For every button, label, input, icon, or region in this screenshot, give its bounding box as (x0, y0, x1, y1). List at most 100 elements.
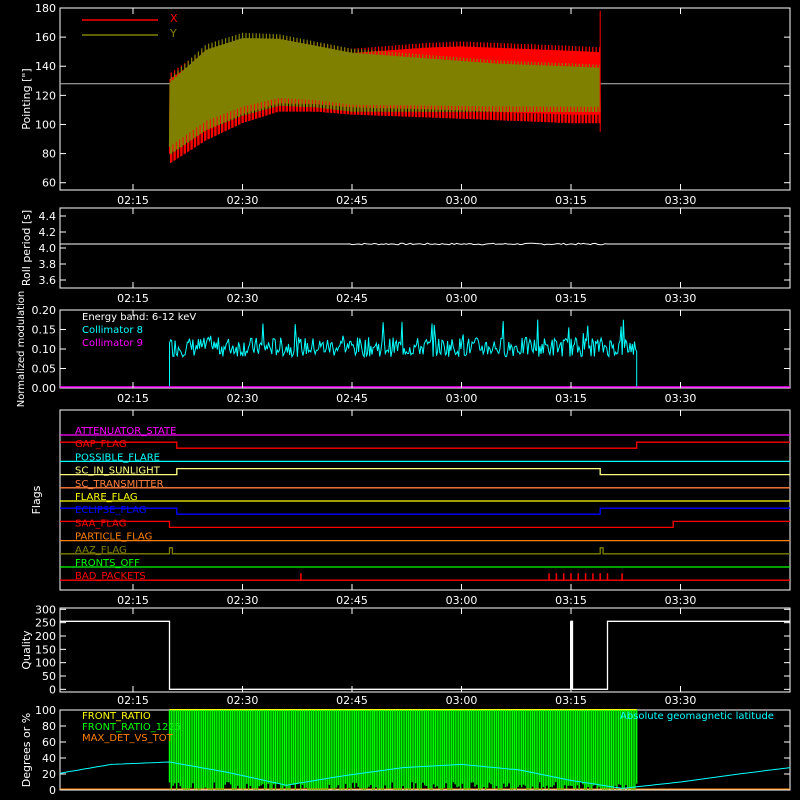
panel-flags: Flags ATTENUATOR_STATE GAP_FLAG POSSIBLE_FL… (30, 409, 791, 607)
modulation-ytick-label: 0.05 (32, 363, 57, 376)
flag-line-sc-in-sunlight (60, 467, 790, 476)
figure: 6080100120140160180Pointing ["]XY02:15 02… (16, 2, 791, 797)
panel-modulation: 0.00 0.05 0.10 0.15 0.20 Normalized modulatio… (16, 291, 791, 408)
quality-xtick-label: 03:00 (446, 694, 478, 707)
quality-ytick-label: 150 (35, 643, 56, 656)
legend-front-ratio-1225: FRONT_RATIO_1225 (82, 722, 181, 733)
quality-ytick-label: 300 (35, 603, 56, 616)
flag-label-aaz-flag: AAZ_FLAG (75, 545, 127, 556)
ratios-ytick-label: 0 (49, 784, 56, 797)
flag-label-flare-flag: FLARE_FLAG (75, 492, 138, 503)
roll-ytick-label: 3.8 (39, 258, 57, 271)
modulation-xtick-label: 03:30 (665, 392, 697, 405)
pointing-ytick-label: 60 (42, 177, 56, 190)
quality-xtick-label: 03:15 (555, 694, 587, 707)
roll-ytick-label: 4.2 (39, 226, 57, 239)
quality-ytick-label: 50 (42, 670, 56, 683)
quality-line (60, 620, 790, 690)
flag-label-bad-packets: BAD_PACKETS (75, 571, 146, 582)
quality-ytick-label: 0 (49, 683, 56, 696)
ratios-ytick-label: 60 (42, 736, 56, 749)
flag-line-aaz-flag (60, 547, 790, 555)
pointing-ylabel: Pointing ["] (20, 68, 33, 129)
flags-frame (59, 409, 791, 591)
legend-x-label: X (170, 12, 178, 25)
modulation-xtick-label: 02:45 (336, 392, 368, 405)
modulation-ytick-label: 0.00 (32, 382, 57, 395)
pointing-xtick-label: 03:15 (555, 194, 587, 207)
flags-xtick-label: 03:30 (665, 594, 697, 607)
quality-ytick-label: 250 (35, 617, 56, 630)
flags-xtick-label: 02:15 (117, 594, 149, 607)
roll-xtick-label: 03:15 (555, 292, 587, 305)
ratios-ytick-label: 20 (42, 768, 56, 781)
quality-xtick-label: 03:30 (665, 694, 697, 707)
modulation-xtick-label: 03:15 (555, 392, 587, 405)
ratios-ytick-label: 40 (42, 752, 56, 765)
flags-xtick-label: 03:15 (555, 594, 587, 607)
roll-frame (59, 207, 791, 289)
roll-ytick-label: 3.6 (39, 274, 57, 287)
roll-ytick-label: 4.0 (39, 242, 57, 255)
pointing-ytick-label: 180 (35, 2, 56, 15)
quality-xtick-label: 02:30 (227, 694, 259, 707)
flag-label-saa-flag: SAA_FLAG (75, 518, 126, 529)
energy-band-annotation: Energy band: 6-12 keV (82, 312, 196, 323)
roll-period-line (60, 242, 790, 246)
flag-label-particle-flag: PARTICLE_FLAG (75, 532, 152, 543)
flag-label-possible-flare: POSSIBLE_FLARE (75, 452, 160, 463)
legend-front-ratio: FRONT_RATIO (82, 711, 151, 722)
quality-ytick-label: 200 (35, 630, 56, 643)
panel-quality: 050100150200250300 Quality 02:15 02:30 02:45… (20, 603, 791, 707)
flag-label-attenuator-state: ATTENUATOR_STATE (75, 426, 176, 437)
legend-max-det-vs-tot: MAX_DET_VS_TOT (82, 733, 174, 744)
modulation-xtick-label: 02:15 (117, 392, 149, 405)
flag-label-eclipse-flag: ECLIPSE_FLAG (75, 505, 146, 516)
pointing-xtick-label: 03:30 (665, 194, 697, 207)
quality-spike (570, 621, 573, 690)
quality-xtick-label: 02:15 (117, 694, 149, 707)
modulation-ylabel: Normalized modulation (16, 291, 27, 408)
roll-ylabel: Roll period [s] (20, 210, 33, 286)
modulation-xtick-label: 03:00 (446, 392, 478, 405)
pointing-xtick-label: 02:15 (117, 194, 149, 207)
flag-label-sc-transmitter: SC_TRANSMITTER (75, 479, 164, 490)
modulation-ytick-label: 0.15 (32, 324, 57, 337)
flag-line-eclipse-flag (60, 507, 790, 515)
pointing-ytick-label: 100 (35, 118, 56, 131)
ratios-ytick-label: 80 (42, 720, 56, 733)
flag-line-saa-flag (60, 520, 790, 529)
flag-label-fronts-off: FRONTS_OFF (75, 558, 140, 569)
ratios-ytick-label: 100 (35, 704, 56, 717)
flags-xtick-label: 02:30 (227, 594, 259, 607)
roll-xtick-label: 02:15 (117, 292, 149, 305)
flags-xtick-label: 02:45 (336, 594, 368, 607)
quality-ytick-label: 100 (35, 657, 56, 670)
legend-y-label: Y (169, 27, 177, 40)
quality-xtick-label: 02:45 (336, 694, 368, 707)
roll-xtick-label: 03:00 (446, 292, 478, 305)
modulation-xtick-label: 02:30 (227, 392, 259, 405)
flags-xtick-label: 03:00 (446, 594, 478, 607)
geomag-latitude-label: Absolute geomagnetic latitude (620, 711, 774, 722)
pointing-ytick-label: 120 (35, 89, 56, 102)
modulation-ytick-label: 0.20 (32, 304, 57, 317)
roll-ytick-label: 4.4 (39, 210, 57, 223)
quality-ylabel: Quality (20, 630, 33, 670)
panel-roll: 3.6 3.8 4.0 4.2 4.4 Roll period [s] 02:15 02:30… (20, 207, 791, 305)
pointing-ytick-label: 140 (35, 60, 56, 73)
flags-ylabel: Flags (30, 485, 43, 514)
panel-pointing: 60 80 100 120 140 160 180 Pointing ["] XY 02:15 02… (20, 2, 791, 207)
series-front-ratio-1225 (168, 710, 638, 790)
roll-xtick-label: 02:30 (227, 292, 259, 305)
ratios-ylabel: Degrees or % (20, 713, 33, 787)
legend-collimator-9: Collimator 9 (82, 338, 143, 349)
pointing-xtick-label: 03:00 (446, 194, 478, 207)
flag-label-gap-flag: GAP_FLAG (75, 439, 127, 450)
roll-xtick-label: 03:30 (665, 292, 697, 305)
flag-label-sc-in-sunlight: SC_IN_SUNLIGHT (75, 466, 161, 477)
pointing-xtick-label: 02:45 (336, 194, 368, 207)
panel-ratios: 0 20 40 60 80 100Degrees or % FRONT_RATIOFRONT… (20, 704, 791, 797)
legend-collimator-8: Collimator 8 (82, 325, 143, 336)
pointing-ytick-label: 80 (42, 148, 56, 161)
